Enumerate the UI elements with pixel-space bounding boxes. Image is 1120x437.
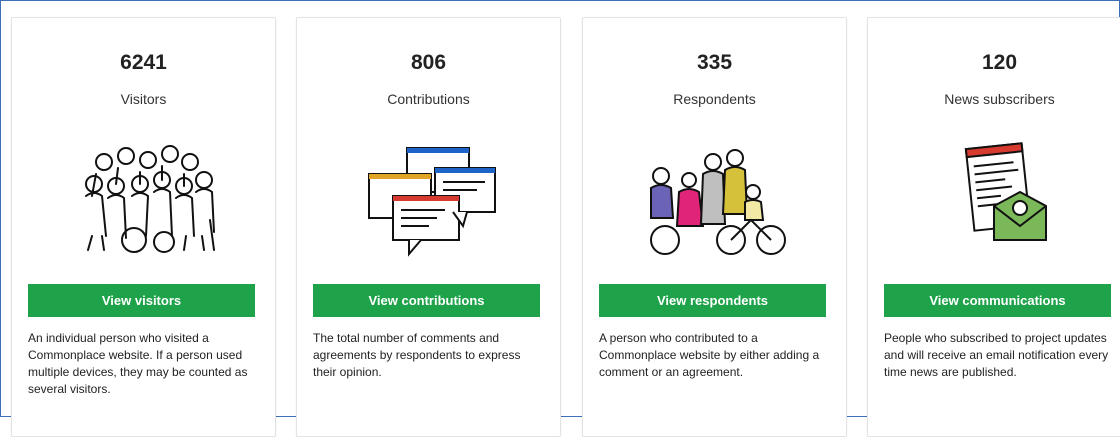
news-subscribers-count: 120 (981, 51, 1018, 74)
news-subscribers-description: People who subscribed to project updates… (884, 331, 1109, 379)
newsletter-envelope-icon (964, 142, 1047, 241)
crowd-of-people-icon (84, 145, 215, 253)
view-communications-button[interactable]: View communications (884, 284, 1111, 317)
respondents-label: Respondents (673, 91, 756, 107)
respondents-description: A person who contributed to a Commonplac… (599, 331, 820, 379)
respondents-count: 335 (696, 51, 733, 74)
visitors-card: 6241 Visitors View visitors An individua… (11, 17, 276, 437)
view-respondents-button[interactable]: View respondents (599, 284, 826, 317)
colored-people-icon (649, 149, 786, 255)
contributions-card: 806 Contributions View contributions The… (296, 17, 561, 437)
respondents-card: 335 Respondents View respondents A perso… (582, 17, 847, 437)
contributions-description: The total number of comments and agreeme… (313, 331, 521, 379)
news-subscribers-card: 120 News subscribers View communications… (867, 17, 1120, 437)
contributions-count: 806 (410, 51, 447, 74)
contributions-label: Contributions (387, 91, 470, 107)
visitors-count: 6241 (120, 51, 167, 74)
visitors-description: An individual person who visited a Commo… (28, 331, 248, 396)
visitors-label: Visitors (120, 91, 167, 107)
comment-windows-icon (367, 147, 496, 257)
news-subscribers-label: News subscribers (944, 91, 1055, 107)
view-contributions-button[interactable]: View contributions (313, 284, 540, 317)
view-visitors-button[interactable]: View visitors (28, 284, 255, 317)
